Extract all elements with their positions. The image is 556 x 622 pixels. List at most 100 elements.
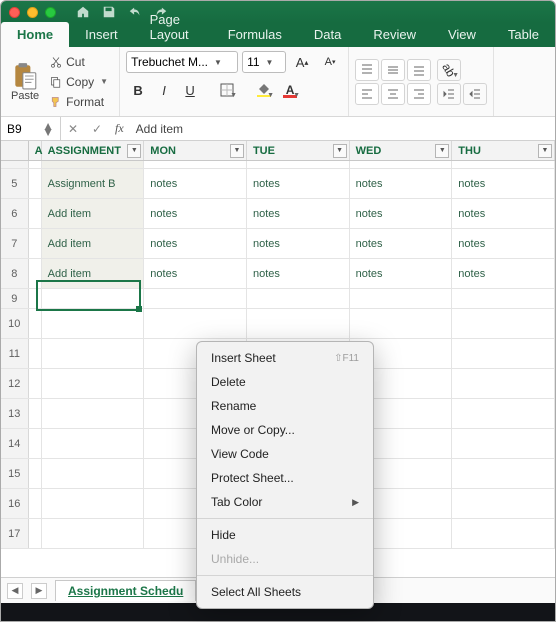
align-top-button[interactable]	[355, 59, 379, 81]
close-button[interactable]	[9, 7, 20, 18]
cell[interactable]	[452, 339, 555, 368]
cell[interactable]	[452, 429, 555, 458]
cell[interactable]: notes	[452, 229, 555, 258]
cell[interactable]	[42, 339, 145, 368]
italic-button[interactable]: I	[152, 79, 176, 101]
cell[interactable]	[42, 399, 145, 428]
shrink-font-button[interactable]: A▾	[318, 51, 342, 73]
cell[interactable]: notes	[144, 169, 247, 198]
ribbon-tab-insert[interactable]: Insert	[69, 22, 134, 47]
font-size-combo[interactable]: 11▼	[242, 51, 286, 73]
row-header[interactable]: 13	[1, 399, 29, 428]
row-header[interactable]: 10	[1, 309, 29, 338]
filter-icon[interactable]: ▼	[127, 144, 141, 158]
menu-item-delete[interactable]: Delete	[197, 370, 373, 394]
cell[interactable]: notes	[247, 259, 350, 288]
save-icon[interactable]	[102, 5, 116, 19]
cell[interactable]: notes	[350, 199, 453, 228]
column-header[interactable]: MON▼	[144, 141, 247, 160]
cell[interactable]	[350, 289, 453, 308]
row-header[interactable]: 7	[1, 229, 29, 258]
cell[interactable]	[452, 399, 555, 428]
cancel-formula-icon[interactable]: ✕	[61, 122, 85, 136]
cell[interactable]: Add item	[42, 199, 145, 228]
accept-formula-icon[interactable]: ✓	[85, 122, 109, 136]
cell[interactable]	[29, 161, 42, 168]
undo-icon[interactable]	[128, 5, 142, 19]
maximize-button[interactable]	[45, 7, 56, 18]
row-header[interactable]: 5	[1, 169, 29, 198]
cell[interactable]: notes	[452, 259, 555, 288]
cell[interactable]: Add item	[42, 229, 145, 258]
menu-item-insert-sheet[interactable]: Insert Sheet⇧F11	[197, 346, 373, 370]
cell[interactable]	[452, 161, 555, 168]
cell[interactable]	[144, 289, 247, 308]
paste-button[interactable]: Paste	[7, 51, 43, 112]
borders-button[interactable]: ▼	[215, 79, 239, 101]
cell[interactable]	[452, 459, 555, 488]
ribbon-tab-table[interactable]: Table	[492, 22, 555, 47]
cell[interactable]	[247, 161, 350, 168]
cell[interactable]: notes	[350, 169, 453, 198]
row-header[interactable]	[1, 161, 29, 168]
minimize-button[interactable]	[27, 7, 38, 18]
cell[interactable]	[144, 309, 247, 338]
row-header[interactable]: 8	[1, 259, 29, 288]
menu-item-tab-color[interactable]: Tab Color▶	[197, 490, 373, 514]
formula-input[interactable]: Add item	[130, 122, 555, 136]
font-color-button[interactable]: A▼	[278, 79, 302, 101]
cell[interactable]	[29, 339, 42, 368]
cell[interactable]: notes	[144, 259, 247, 288]
filter-icon[interactable]: ▼	[435, 144, 449, 158]
cell[interactable]	[29, 459, 42, 488]
sheet-tab[interactable]: Assignment Schedu	[55, 580, 196, 601]
cell[interactable]	[42, 429, 145, 458]
menu-item-protect-sheet-[interactable]: Protect Sheet...	[197, 466, 373, 490]
cell[interactable]	[350, 161, 453, 168]
row-header[interactable]: 15	[1, 459, 29, 488]
cell[interactable]	[42, 289, 145, 308]
cell[interactable]	[29, 429, 42, 458]
cell[interactable]	[452, 309, 555, 338]
menu-item-view-code[interactable]: View Code	[197, 442, 373, 466]
cell[interactable]: notes	[350, 259, 453, 288]
ribbon-tab-page-layout[interactable]: Page Layout	[134, 7, 212, 47]
name-box[interactable]: B9▲▼	[1, 117, 61, 140]
cell[interactable]	[42, 489, 145, 518]
row-header[interactable]: 16	[1, 489, 29, 518]
align-bottom-button[interactable]	[407, 59, 431, 81]
cell[interactable]	[29, 399, 42, 428]
menu-item-select-all-sheets[interactable]: Select All Sheets	[197, 580, 373, 604]
cell[interactable]	[452, 289, 555, 308]
menu-item-move-or-copy-[interactable]: Move or Copy...	[197, 418, 373, 442]
cell[interactable]: notes	[247, 199, 350, 228]
menu-item-hide[interactable]: Hide	[197, 523, 373, 547]
cell[interactable]	[42, 161, 145, 168]
ribbon-tab-review[interactable]: Review	[357, 22, 432, 47]
cell[interactable]	[247, 289, 350, 308]
cell[interactable]	[29, 199, 42, 228]
align-middle-button[interactable]	[381, 59, 405, 81]
cell[interactable]	[144, 161, 247, 168]
ribbon-tab-formulas[interactable]: Formulas	[212, 22, 298, 47]
cell[interactable]	[29, 369, 42, 398]
row-header[interactable]: 6	[1, 199, 29, 228]
filter-icon[interactable]: ▼	[538, 144, 552, 158]
cell[interactable]	[29, 309, 42, 338]
cell[interactable]	[29, 489, 42, 518]
align-right-button[interactable]	[407, 83, 431, 105]
column-header[interactable]: WED▼	[350, 141, 453, 160]
fill-color-button[interactable]: ▼	[252, 79, 276, 101]
cell[interactable]	[42, 519, 145, 548]
row-header[interactable]: 14	[1, 429, 29, 458]
row-header[interactable]: 17	[1, 519, 29, 548]
cell[interactable]: Add item	[42, 259, 145, 288]
menu-item-rename[interactable]: Rename	[197, 394, 373, 418]
bold-button[interactable]: B	[126, 79, 150, 101]
cell[interactable]	[29, 169, 42, 198]
align-left-button[interactable]	[355, 83, 379, 105]
row-header[interactable]: 11	[1, 339, 29, 368]
home-icon[interactable]	[76, 5, 90, 19]
cell[interactable]: notes	[144, 199, 247, 228]
align-center-button[interactable]	[381, 83, 405, 105]
